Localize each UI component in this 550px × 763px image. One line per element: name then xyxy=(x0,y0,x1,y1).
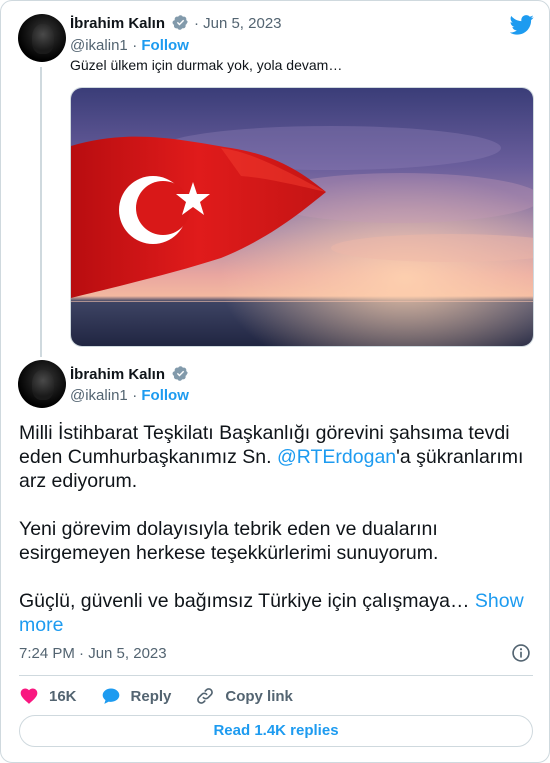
quoted-tweet-date[interactable]: Jun 5, 2023 xyxy=(203,15,281,32)
info-icon[interactable] xyxy=(511,643,531,663)
main-tweet-text: Milli İstihbarat Teşkilatı Başkanlığı gö… xyxy=(19,421,539,637)
main-author-name[interactable]: İbrahim Kalın xyxy=(70,366,165,383)
link-icon xyxy=(197,688,214,704)
mention-link[interactable]: @RTErdogan xyxy=(277,446,396,468)
actions-divider xyxy=(19,675,533,676)
quoted-author-avatar[interactable] xyxy=(18,14,66,62)
thread-connector-line xyxy=(40,67,42,357)
quoted-tweet-text: Güzel ülkem için durmak yok, yola devam… xyxy=(70,57,343,73)
verified-badge-icon xyxy=(173,366,189,381)
heart-icon xyxy=(20,688,38,704)
read-replies-button[interactable]: Read 1.4K replies xyxy=(19,715,533,747)
reply-button[interactable]: Reply xyxy=(101,686,172,706)
quoted-author-handle[interactable]: @ikalin1 xyxy=(70,37,128,54)
quoted-author-name[interactable]: İbrahim Kalın xyxy=(70,15,165,32)
like-count: 16K xyxy=(49,687,77,705)
tweet-text-part2: 'a şükranlarımı arz ediyorum. Yeni görev… xyxy=(19,446,524,612)
quoted-handle-line: @ikalin1 · Follow xyxy=(70,37,189,54)
tweet-photo[interactable] xyxy=(70,87,534,347)
quoted-follow-button[interactable]: Follow xyxy=(141,37,189,54)
quoted-author-line: İbrahim Kalın · Jun 5, 2023 xyxy=(70,15,282,32)
turkish-flag-sunset-image xyxy=(71,88,533,346)
verified-badge-icon xyxy=(173,15,189,30)
copy-link-button[interactable]: Copy link xyxy=(195,686,293,706)
reply-bubble-icon xyxy=(102,688,119,704)
tweet-actions: 16K Reply Copy link xyxy=(19,684,317,708)
twitter-logo-icon[interactable] xyxy=(510,15,534,35)
reply-label: Reply xyxy=(130,687,172,705)
tweet-timestamp[interactable]: 7:24 PM · Jun 5, 2023 xyxy=(19,645,167,662)
main-author-line: İbrahim Kalın xyxy=(70,365,189,384)
tweet-embed-card: İbrahim Kalın · Jun 5, 2023 @ikalin1 · F… xyxy=(0,0,550,763)
main-author-handle[interactable]: @ikalin1 xyxy=(70,387,128,404)
like-button[interactable]: 16K xyxy=(19,686,77,706)
copy-link-label: Copy link xyxy=(225,687,293,705)
main-follow-button[interactable]: Follow xyxy=(141,387,189,404)
main-handle-line: @ikalin1 · Follow xyxy=(70,387,189,404)
main-author-avatar[interactable] xyxy=(18,360,66,408)
